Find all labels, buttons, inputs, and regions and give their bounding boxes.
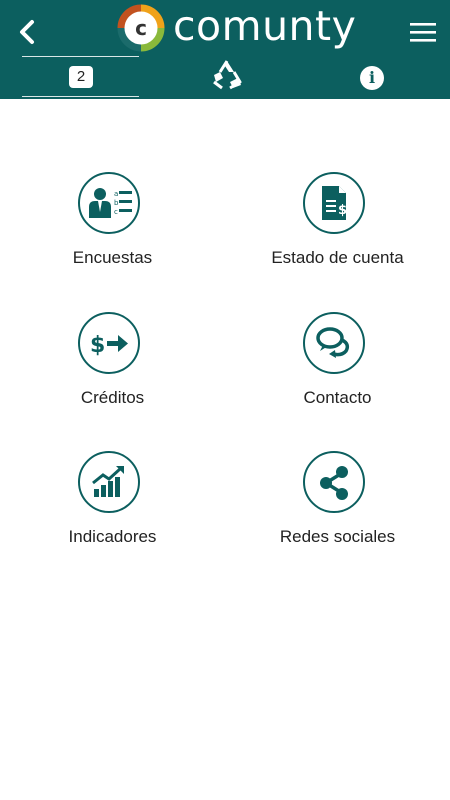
comunty-logo: c comunty: [117, 2, 356, 52]
contact-icon: [303, 312, 365, 374]
menu-tile-label: Estado de cuenta: [271, 248, 404, 267]
menu-tile-encuestas[interactable]: a b c Encuestas: [0, 172, 225, 302]
svg-text:$: $: [338, 203, 347, 218]
indicators-icon: [78, 451, 140, 513]
menu-tile-contacto[interactable]: Contacto: [225, 312, 450, 442]
notification-badge[interactable]: 2: [69, 66, 93, 88]
menu-tile-creditos[interactable]: $ Créditos: [0, 312, 225, 442]
tab-divider-bottom: [22, 96, 139, 97]
menu-tile-estado-de-cuenta[interactable]: $ Estado de cuenta: [225, 172, 450, 302]
info-icon[interactable]: i: [360, 66, 384, 90]
hamburger-menu-icon[interactable]: [408, 20, 438, 44]
svg-text:c: c: [114, 208, 118, 216]
menu-tile-label: Créditos: [80, 388, 145, 407]
svg-text:c: c: [135, 16, 147, 40]
logo-ring-icon: c: [117, 4, 165, 52]
back-arrow-icon[interactable]: [14, 16, 42, 48]
account-statement-icon: $: [303, 172, 365, 234]
svg-text:$: $: [90, 333, 105, 358]
menu-tile-label: Contacto: [303, 388, 372, 407]
menu-tile-indicadores[interactable]: Indicadores: [0, 451, 225, 581]
menu-tile-redes-sociales[interactable]: Redes sociales: [225, 451, 450, 581]
credit-icon: $: [78, 312, 140, 374]
survey-icon: a b c: [78, 172, 140, 234]
menu-tile-label: Indicadores: [68, 527, 157, 546]
menu-tile-label: Encuestas: [72, 248, 153, 267]
menu-tile-label: Redes sociales: [279, 527, 396, 546]
svg-text:a: a: [114, 190, 118, 198]
share-icon: [303, 451, 365, 513]
tab-divider-top: [22, 56, 139, 57]
recycle-icon[interactable]: [210, 58, 244, 92]
logo-text: comunty: [173, 2, 357, 50]
svg-text:b: b: [114, 199, 119, 207]
app-header: c comunty 2 i: [0, 0, 450, 99]
